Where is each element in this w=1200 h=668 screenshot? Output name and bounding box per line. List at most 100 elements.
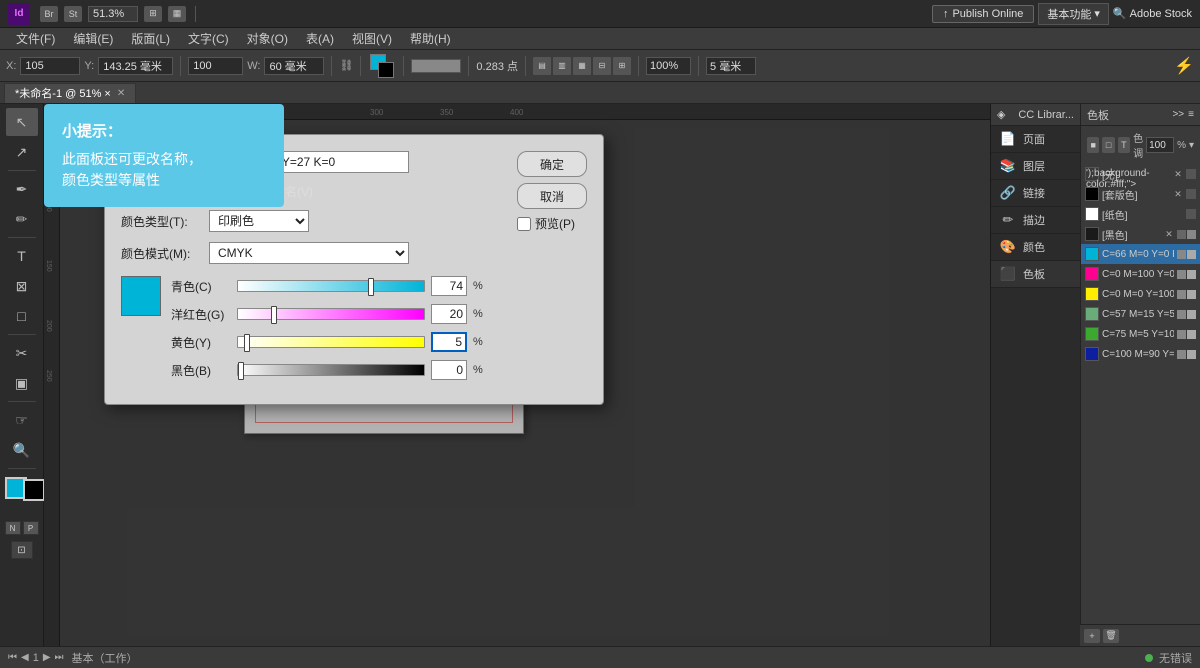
preview-view-icon[interactable]: P bbox=[23, 521, 39, 535]
select-tool[interactable]: ↖ bbox=[6, 108, 38, 136]
gradient-tool[interactable]: ▣ bbox=[6, 369, 38, 397]
cancel-button[interactable]: 取消 bbox=[517, 183, 587, 209]
yellow-value-input[interactable] bbox=[431, 332, 467, 352]
w-input[interactable] bbox=[188, 57, 243, 75]
pencil-tool[interactable]: ✏ bbox=[6, 205, 38, 233]
cyan-slider-thumb[interactable] bbox=[368, 278, 374, 296]
pen-tool[interactable]: ✒ bbox=[6, 175, 38, 203]
h-input[interactable] bbox=[264, 57, 324, 75]
normal-view-icon[interactable]: N bbox=[5, 521, 21, 535]
pages-panel-item[interactable]: 📄 页面 bbox=[991, 126, 1080, 153]
layers-panel-item[interactable]: 📚 图层 bbox=[991, 153, 1080, 180]
tint-value-input[interactable] bbox=[1146, 137, 1174, 153]
swatches-panel-item[interactable]: ⬛ 色板 bbox=[991, 261, 1080, 288]
bridge-icon[interactable]: Br bbox=[40, 6, 58, 22]
distribute-icon[interactable]: ⊟ bbox=[593, 57, 611, 75]
stock-icon[interactable]: St bbox=[64, 6, 82, 22]
page-mode[interactable]: 基本（工作） bbox=[72, 650, 138, 666]
color-panel-item[interactable]: 🎨 颜色 bbox=[991, 234, 1080, 261]
view-icon[interactable]: ▦ bbox=[168, 6, 186, 22]
confirm-button[interactable]: 确定 bbox=[517, 151, 587, 177]
zoom-percent[interactable]: 51.3% bbox=[88, 6, 138, 22]
document-tab[interactable]: *未命名-1 @ 51% × ✕ bbox=[4, 83, 136, 103]
tint-pct: % bbox=[1177, 140, 1186, 151]
tint-chevron[interactable]: ▾ bbox=[1189, 140, 1194, 151]
last-page-btn[interactable]: ⏭ bbox=[55, 652, 64, 663]
magenta-slider-track[interactable] bbox=[237, 308, 425, 320]
layers-icon: 📚 bbox=[999, 158, 1017, 174]
black-value-input[interactable] bbox=[431, 360, 467, 380]
frame-tool[interactable]: ⊠ bbox=[6, 272, 38, 300]
links-panel-item[interactable]: 🔗 链接 bbox=[991, 180, 1080, 207]
new-swatch-btn[interactable]: + bbox=[1084, 629, 1100, 643]
black-slider-track[interactable] bbox=[237, 364, 425, 376]
magenta-value-input[interactable] bbox=[431, 304, 467, 324]
menu-text[interactable]: 文字(C) bbox=[180, 28, 237, 49]
swatch-color-registration bbox=[1085, 187, 1099, 201]
prev-page-btn[interactable]: ◀ bbox=[21, 652, 29, 663]
yellow-slider-thumb[interactable] bbox=[244, 334, 250, 352]
swatch-text-icon[interactable]: T bbox=[1118, 137, 1130, 153]
background-color[interactable] bbox=[23, 479, 45, 501]
fullscreen-btn[interactable]: ⊡ bbox=[11, 541, 33, 559]
menu-file[interactable]: 文件(F) bbox=[8, 28, 63, 49]
zoom-tool[interactable]: 🔍 bbox=[6, 436, 38, 464]
scissors-tool[interactable]: ✂ bbox=[6, 339, 38, 367]
first-page-btn[interactable]: ⏮ bbox=[8, 652, 17, 663]
mm-input[interactable] bbox=[706, 57, 756, 75]
menu-layout[interactable]: 版面(L) bbox=[123, 28, 178, 49]
swatches-collapse-icon[interactable]: >> bbox=[1172, 109, 1184, 120]
yellow-slider-track[interactable] bbox=[237, 336, 425, 348]
x-input[interactable] bbox=[20, 57, 80, 75]
tab-close-button[interactable]: ✕ bbox=[117, 88, 125, 99]
swatch-x-black[interactable]: ✕ bbox=[1164, 229, 1174, 239]
swatch-item-none[interactable]: ');background-color:#fff;"> [无] ✕ bbox=[1081, 164, 1200, 184]
swatch-color-green57 bbox=[1085, 307, 1099, 321]
swatch-item-green75[interactable]: C=75 M=5 Y=100 K=0 bbox=[1081, 324, 1200, 344]
lightning-icon[interactable]: ⚡ bbox=[1174, 56, 1194, 76]
swatch-item-registration[interactable]: [套版色] ✕ bbox=[1081, 184, 1200, 204]
align-top-icon[interactable]: ⊞ bbox=[613, 57, 631, 75]
next-page-btn[interactable]: ▶ bbox=[43, 652, 51, 663]
align-right-icon[interactable]: ▦ bbox=[573, 57, 591, 75]
swatch-x-none[interactable]: ✕ bbox=[1173, 169, 1183, 179]
swatch-fill-icon[interactable]: ■ bbox=[1087, 137, 1099, 153]
adobe-stock-search[interactable]: 🔍 Adobe Stock bbox=[1113, 7, 1192, 20]
type-tool[interactable]: T bbox=[6, 242, 38, 270]
color-mode-select[interactable]: CMYK bbox=[209, 242, 409, 264]
black-slider-thumb[interactable] bbox=[238, 362, 244, 380]
swatch-item-magenta[interactable]: C=0 M=100 Y=0 K=0 bbox=[1081, 264, 1200, 284]
swatch-stroke-icon[interactable]: □ bbox=[1102, 137, 1114, 153]
arrange-icon[interactable]: ⊞ bbox=[144, 6, 162, 22]
rectangle-tool[interactable]: □ bbox=[6, 302, 38, 330]
menu-object[interactable]: 对象(O) bbox=[239, 28, 296, 49]
magenta-slider-thumb[interactable] bbox=[271, 306, 277, 324]
preview-checkbox[interactable] bbox=[517, 217, 531, 231]
direct-select-tool[interactable]: ↗ bbox=[6, 138, 38, 166]
y-input[interactable] bbox=[98, 57, 173, 75]
align-left-icon[interactable]: ▤ bbox=[533, 57, 551, 75]
swatch-x-reg[interactable]: ✕ bbox=[1173, 189, 1183, 199]
swatch-item-blue100[interactable]: C=100 M=90 Y=10 K=0 bbox=[1081, 344, 1200, 364]
menu-help[interactable]: 帮助(H) bbox=[402, 28, 459, 49]
menu-table[interactable]: 表(A) bbox=[298, 28, 342, 49]
delete-swatch-btn[interactable]: 🗑 bbox=[1103, 629, 1119, 643]
swatches-menu-icon[interactable]: ≡ bbox=[1188, 109, 1194, 120]
percentage-input[interactable] bbox=[646, 57, 691, 75]
stroke-panel-item[interactable]: ✏ 描边 bbox=[991, 207, 1080, 234]
basic-func-dropdown[interactable]: 基本功能 ▾ bbox=[1038, 3, 1109, 25]
swatch-item-green57[interactable]: C=57 M=15 Y=50 K=0 bbox=[1081, 304, 1200, 324]
align-center-icon[interactable]: ▥ bbox=[553, 57, 571, 75]
swatch-item-black[interactable]: [黑色] ✕ bbox=[1081, 224, 1200, 244]
menu-edit[interactable]: 编辑(E) bbox=[65, 28, 121, 49]
swatch-item-yellow[interactable]: C=0 M=0 Y=100 K=0 bbox=[1081, 284, 1200, 304]
publish-online-button[interactable]: ↑ Publish Online bbox=[932, 5, 1034, 23]
cyan-slider-track[interactable] bbox=[237, 280, 425, 292]
stroke-color-swatch[interactable] bbox=[378, 62, 394, 78]
color-type-select[interactable]: 印刷色 bbox=[209, 210, 309, 232]
hand-tool[interactable]: ☞ bbox=[6, 406, 38, 434]
swatch-item-paper[interactable]: [纸色] bbox=[1081, 204, 1200, 224]
cyan-value-input[interactable]: 74 bbox=[431, 276, 467, 296]
menu-view[interactable]: 视图(V) bbox=[344, 28, 400, 49]
swatch-item-cyan66[interactable]: C=66 M=0 Y=0 K=0 bbox=[1081, 244, 1200, 264]
